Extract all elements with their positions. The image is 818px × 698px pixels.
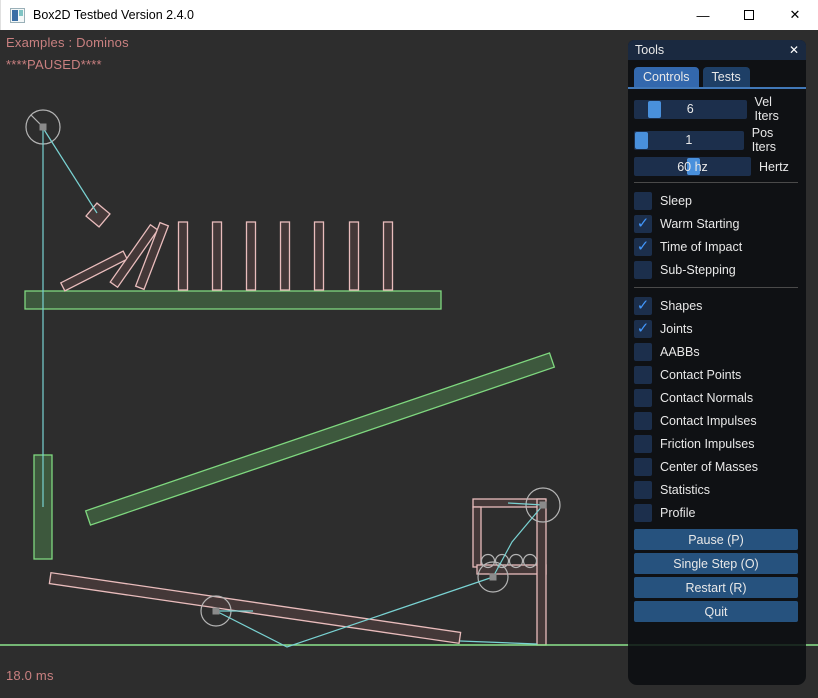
- checkbox-box: [634, 504, 652, 522]
- titlebar: Box2D Testbed Version 2.4.0 — ✕: [0, 0, 818, 30]
- checkbox-contact-impulses[interactable]: Contact Impulses: [634, 409, 798, 432]
- checkbox-aabbs[interactable]: AABBs: [634, 340, 798, 363]
- checkbox-box: ✓: [634, 238, 652, 256]
- checkbox-box: [634, 366, 652, 384]
- check-icon: ✓: [637, 216, 650, 231]
- check-icon: ✓: [637, 239, 650, 254]
- paused-status: ****PAUSED****: [6, 57, 102, 72]
- domino-platform: [25, 291, 441, 309]
- checkbox-friction-impulses[interactable]: Friction Impulses: [634, 432, 798, 455]
- checkbox-box: [634, 481, 652, 499]
- pos-iters-slider[interactable]: 1: [634, 131, 744, 150]
- app-window: Box2D Testbed Version 2.4.0 — ✕: [0, 0, 818, 698]
- tab-controls[interactable]: Controls: [634, 67, 699, 87]
- checkbox-label: Friction Impulses: [660, 437, 754, 451]
- slider-row-hertz: 60 hz Hertz: [634, 157, 798, 176]
- checkbox-box: ✓: [634, 297, 652, 315]
- window-controls: — ✕: [680, 0, 818, 30]
- checkbox-label: Time of Impact: [660, 240, 742, 254]
- separator: [634, 287, 798, 288]
- tab-underline: [628, 87, 806, 89]
- checkbox-box: [634, 389, 652, 407]
- checkbox-box: ✓: [634, 320, 652, 338]
- check-icon: ✓: [637, 298, 650, 313]
- pause-button[interactable]: Pause (P): [634, 529, 798, 550]
- restart-button[interactable]: Restart (R): [634, 577, 798, 598]
- checkbox-label: Sub-Stepping: [660, 263, 736, 277]
- stand-frame: [473, 499, 546, 645]
- checkbox-box: ✓: [634, 215, 652, 233]
- checkbox-box: [634, 412, 652, 430]
- window-title: Box2D Testbed Version 2.4.0: [33, 8, 194, 22]
- fallen-dominos: [61, 223, 169, 291]
- bottom-pink-plank: [49, 573, 460, 644]
- quit-button[interactable]: Quit: [634, 601, 798, 622]
- checkbox-profile[interactable]: Profile: [634, 501, 798, 524]
- checkbox-time-of-impact[interactable]: ✓ Time of Impact: [634, 235, 798, 258]
- checkbox-label: Contact Impulses: [660, 414, 757, 428]
- hertz-value: 60 hz: [634, 157, 751, 176]
- hertz-label: Hertz: [759, 160, 789, 174]
- checkbox-box: [634, 192, 652, 210]
- frame-time: 18.0 ms: [6, 668, 54, 683]
- single-step-button[interactable]: Single Step (O): [634, 553, 798, 574]
- hertz-slider[interactable]: 60 hz: [634, 157, 751, 176]
- tools-panel-body: Controls Tests 6 Vel Iters 1 P: [628, 60, 806, 622]
- checkbox-center-of-masses[interactable]: Center of Masses: [634, 455, 798, 478]
- tools-close-icon[interactable]: ✕: [789, 43, 799, 57]
- joint-anchors: [40, 124, 547, 615]
- physics-canvas[interactable]: Examples : Dominos ****PAUSED**** 18.0 m…: [0, 30, 818, 698]
- slider-row-vel-iters: 6 Vel Iters: [634, 95, 798, 123]
- example-title: Examples : Dominos: [6, 35, 129, 50]
- checkbox-joints[interactable]: ✓ Joints: [634, 317, 798, 340]
- maximize-button[interactable]: [726, 0, 772, 30]
- checkbox-box: [634, 458, 652, 476]
- tools-panel: Tools ✕ Controls Tests 6 Vel Iters: [628, 40, 806, 685]
- checkbox-contact-points[interactable]: Contact Points: [634, 363, 798, 386]
- checkbox-label: Statistics: [660, 483, 710, 497]
- checkbox-label: Shapes: [660, 299, 702, 313]
- checkbox-box: [634, 261, 652, 279]
- tools-panel-title: Tools: [635, 43, 664, 57]
- app-icon: [10, 8, 25, 23]
- tools-panel-titlebar[interactable]: Tools ✕: [628, 40, 806, 60]
- close-button[interactable]: ✕: [772, 0, 818, 30]
- checkbox-label: Profile: [660, 506, 695, 520]
- vel-iters-label: Vel Iters: [755, 95, 798, 123]
- checkbox-label: Center of Masses: [660, 460, 758, 474]
- tab-bar: Controls Tests: [634, 67, 798, 87]
- maximize-icon: [744, 10, 754, 20]
- tab-tests[interactable]: Tests: [703, 67, 750, 87]
- checkbox-label: Sleep: [660, 194, 692, 208]
- check-icon: ✓: [637, 321, 650, 336]
- pendulum-weight-square: [86, 203, 110, 227]
- checkbox-warm-starting[interactable]: ✓ Warm Starting: [634, 212, 798, 235]
- minimize-button[interactable]: —: [680, 0, 726, 30]
- panel-buttons: Pause (P) Single Step (O) Restart (R) Qu…: [634, 529, 798, 622]
- standing-dominos: [179, 222, 393, 290]
- pos-iters-label: Pos Iters: [752, 126, 798, 154]
- checkbox-box: [634, 343, 652, 361]
- checkbox-sub-stepping[interactable]: Sub-Stepping: [634, 258, 798, 281]
- checkbox-sleep[interactable]: Sleep: [634, 189, 798, 212]
- checkbox-label: Contact Points: [660, 368, 741, 382]
- pos-iters-value: 1: [634, 131, 744, 150]
- checkbox-contact-normals[interactable]: Contact Normals: [634, 386, 798, 409]
- checkbox-label: Warm Starting: [660, 217, 739, 231]
- checkbox-label: Contact Normals: [660, 391, 753, 405]
- checkbox-label: AABBs: [660, 345, 700, 359]
- vel-iters-slider[interactable]: 6: [634, 100, 747, 119]
- checkbox-label: Joints: [660, 322, 693, 336]
- vel-iters-value: 6: [634, 100, 747, 119]
- checkbox-statistics[interactable]: Statistics: [634, 478, 798, 501]
- slider-row-pos-iters: 1 Pos Iters: [634, 126, 798, 154]
- checkbox-shapes[interactable]: ✓ Shapes: [634, 294, 798, 317]
- checkbox-box: [634, 435, 652, 453]
- separator: [634, 182, 798, 183]
